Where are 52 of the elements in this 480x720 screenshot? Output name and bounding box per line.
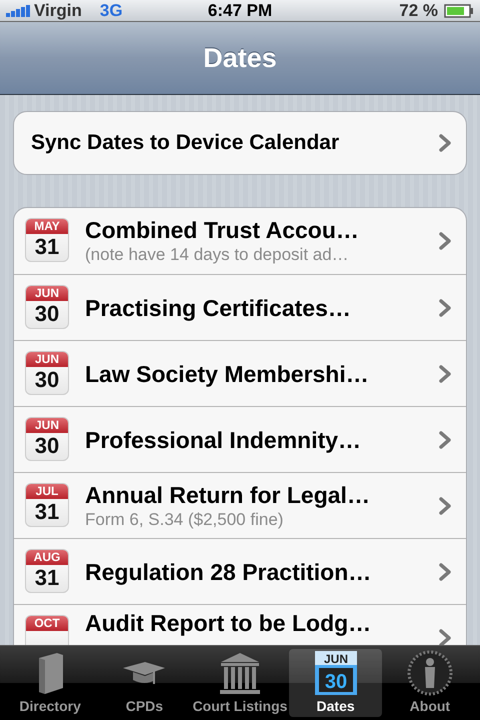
calendar-icon: JUN 30 [312,650,359,696]
chevron-icon [438,628,452,645]
date-title: Regulation 28 Practition… [85,558,372,586]
clock-time: 6:47 PM [208,0,272,20]
date-row[interactable]: AUG 31 Regulation 28 Practition… [14,538,466,604]
day-label: 31 [34,234,60,260]
screen-title: Dates [203,42,277,74]
chevron-icon [438,298,452,318]
month-label: JUL [26,484,68,499]
tab-bar-item[interactable]: About [384,649,476,717]
date-title: Audit Report to be Lodg… [85,609,372,637]
date-row[interactable]: JUN 30 Law Society Membershi… [14,340,466,406]
date-title: Annual Return for Legal… [85,480,371,508]
date-title: Professional Indemnity… [85,426,362,454]
sync-calendar-row[interactable]: Sync Dates to Device Calendar [13,111,467,175]
courthouse-icon [217,650,263,696]
tab-bar-item[interactable]: Court Listings [192,649,288,717]
tab-bar-item[interactable]: Directory [4,649,96,717]
chevron-icon [438,364,452,384]
chevron-icon [438,496,452,516]
chevron-icon [438,430,452,450]
day-label: 31 [34,565,60,591]
day-label: 30 [34,433,60,459]
tab-bar-item[interactable]: CPDs [98,649,191,717]
day-label: 30 [34,367,60,393]
day-label: 31 [34,499,60,525]
month-label: JUN [26,352,68,367]
signal-icon [6,4,30,16]
month-label: JUN [26,418,68,433]
date-row[interactable]: JUN 30 Professional Indemnity… [14,406,466,472]
month-label: AUG [26,550,68,565]
month-label: OCT [26,616,68,631]
battery-icon [444,4,474,18]
date-title: Law Society Membershi… [85,360,370,388]
chevron-icon [438,133,452,153]
date-row[interactable]: MAY 31 Combined Trust Accou… (note have 14 days to deposit ad… [14,208,466,274]
date-row[interactable]: JUN 30 Practising Certificates… [14,274,466,340]
chevron-icon [438,231,452,251]
tab-bar-item[interactable]: JUN 30 Dates [289,649,382,717]
network-label: 3G [100,0,123,20]
month-label: MAY [26,219,68,234]
date-subtitle: Form 6, S.34 ($2,500 fine) [85,508,284,530]
month-label: JUN [26,286,68,301]
date-subtitle: (note have 14 days to deposit ad… [85,244,350,266]
date-title: Practising Certificates… [85,294,352,322]
chevron-icon [438,562,452,582]
battery-percent: 72 % [399,0,438,20]
carrier-label: Virgin [34,0,82,20]
sync-label: Sync Dates to Device Calendar [31,131,340,155]
day-label: 30 [34,301,60,327]
date-title: Combined Trust Accou… [85,216,360,244]
date-row[interactable]: JUL 31 Annual Return for Legal… Form 6, S.34 ($2,500 fine) [14,472,466,538]
